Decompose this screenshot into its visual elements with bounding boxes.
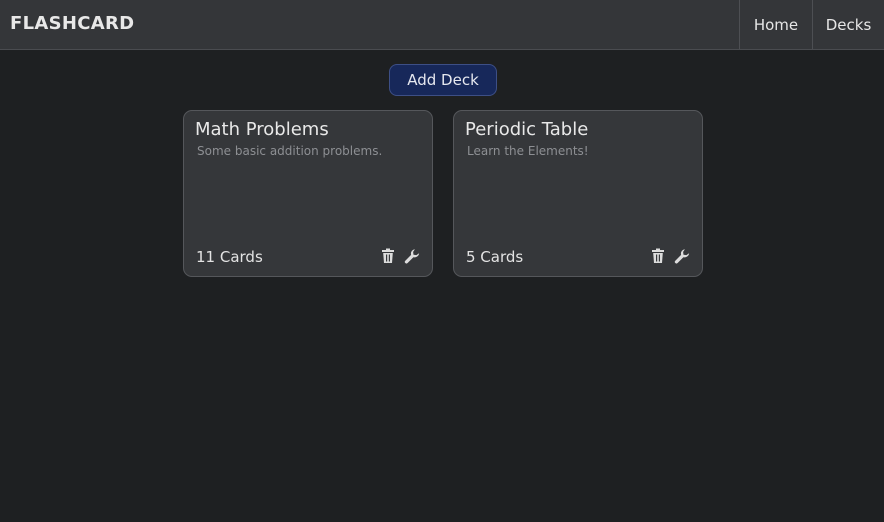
- deck-card-periodic-table[interactable]: Periodic Table Learn the Elements! 5 Car…: [453, 110, 703, 277]
- brand-logo[interactable]: FLASHCARD: [10, 13, 134, 34]
- trash-icon[interactable]: [380, 247, 396, 265]
- nav-link-decks[interactable]: Decks: [812, 0, 884, 49]
- nav-link-home[interactable]: Home: [739, 0, 812, 49]
- wrench-icon[interactable]: [674, 247, 690, 265]
- top-navbar: FLASHCARD Home Decks: [0, 0, 884, 50]
- add-deck-button[interactable]: Add Deck: [389, 64, 497, 96]
- deck-description: Some basic addition problems.: [197, 144, 383, 158]
- deck-card-math-problems[interactable]: Math Problems Some basic addition proble…: [183, 110, 433, 277]
- wrench-icon[interactable]: [404, 247, 420, 265]
- deck-card-count: 5 Cards: [466, 248, 524, 266]
- deck-actions: [650, 247, 690, 265]
- deck-card-count: 11 Cards: [196, 248, 263, 266]
- deck-title: Math Problems: [195, 119, 329, 140]
- nav-links: Home Decks: [739, 0, 884, 49]
- trash-icon[interactable]: [650, 247, 666, 265]
- deck-actions: [380, 247, 420, 265]
- deck-description: Learn the Elements!: [467, 144, 589, 158]
- deck-title: Periodic Table: [465, 119, 589, 140]
